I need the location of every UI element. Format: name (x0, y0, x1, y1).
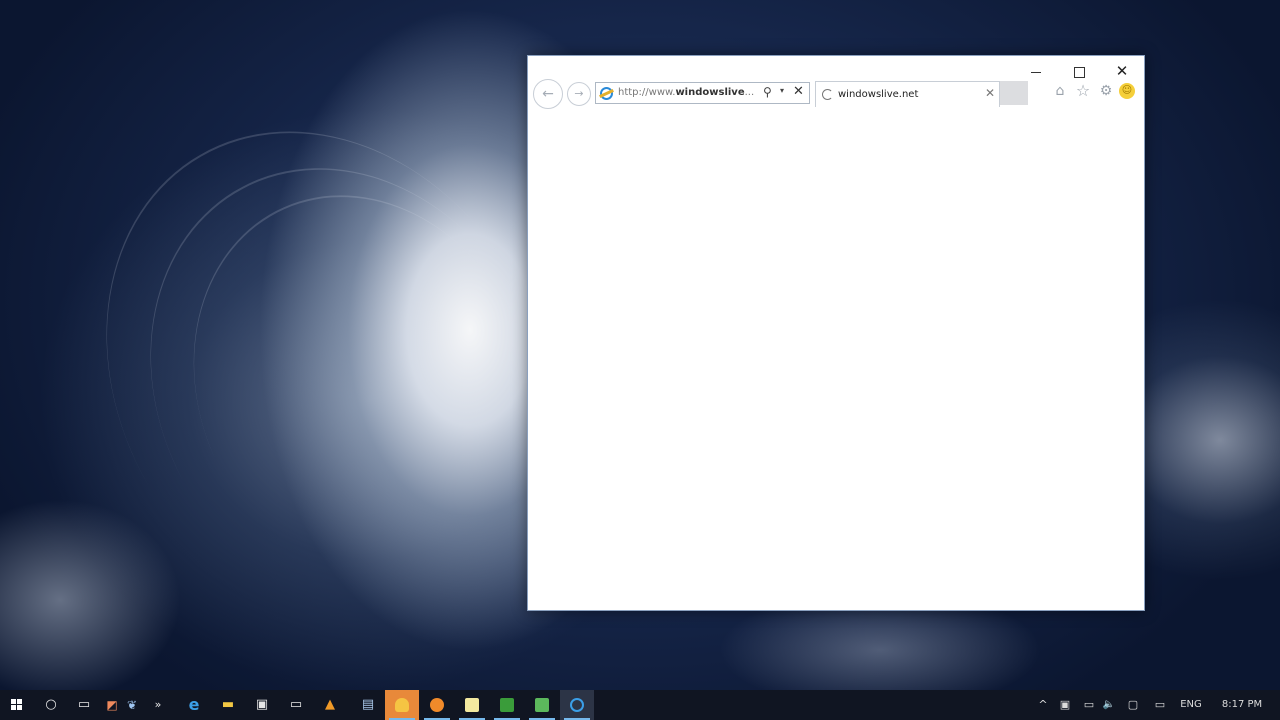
orange-ball-icon (430, 697, 444, 712)
tab-windowslive[interactable]: windowslive.net ✕ (815, 81, 1000, 107)
app-tile-icon (395, 697, 409, 712)
ie-favicon-icon (600, 87, 613, 100)
back-button[interactable]: ← (533, 79, 563, 109)
tray-app-icon[interactable]: ▣ (1056, 690, 1074, 720)
ie-icon (570, 697, 584, 712)
file-explorer-icon[interactable]: ▬ (212, 690, 244, 720)
store-icon[interactable]: ▣ (246, 690, 278, 720)
app-icon-2[interactable]: ❦ (116, 690, 148, 720)
taskbar-app-active-orange[interactable] (385, 690, 419, 720)
address-url[interactable]: http://www.windowslive... (618, 87, 760, 98)
forward-button[interactable]: → (567, 82, 591, 106)
search-icon[interactable]: ⚲ (763, 85, 775, 101)
overflow-chevron-icon[interactable]: » (148, 690, 168, 720)
home-icon[interactable]: ⌂ (1050, 81, 1070, 101)
network-icon[interactable]: ▭ (1078, 690, 1100, 720)
url-prefix: http://www. (618, 87, 676, 98)
stop-icon[interactable]: ✕ (793, 84, 804, 99)
maximize-button[interactable] (1064, 59, 1094, 83)
loading-spinner-icon (822, 89, 833, 100)
taskbar-app-green-1[interactable] (490, 690, 524, 720)
taskbar-app-notes[interactable] (455, 690, 489, 720)
edge-browser-icon[interactable]: e (178, 690, 210, 720)
arrow-left-icon: ← (542, 86, 554, 102)
start-button[interactable] (2, 690, 32, 720)
page-content-area (528, 116, 1144, 610)
favorites-star-icon[interactable]: ☆ (1073, 81, 1093, 101)
taskbar-app-orange-ball[interactable] (420, 690, 454, 720)
taskbar-app-green-2[interactable] (525, 690, 559, 720)
clock[interactable]: 8:17 PM (1212, 690, 1272, 720)
cortana-search-icon[interactable]: ○ (35, 690, 67, 720)
windows-logo-icon (11, 699, 23, 711)
green-app-icon (535, 697, 549, 712)
arrow-right-icon: → (574, 87, 584, 100)
vlc-icon[interactable]: ▲ (314, 690, 346, 720)
notes-icon (465, 697, 479, 712)
taskbar-app-internet-explorer[interactable] (560, 690, 594, 720)
terminal-icon[interactable]: ▭ (280, 690, 312, 720)
address-bar[interactable]: http://www.windowslive... ⚲ ▾ ✕ (595, 82, 810, 104)
action-center-icon[interactable]: ▢ (1124, 690, 1142, 720)
green-app-icon (500, 697, 514, 712)
close-button[interactable]: ✕ (1107, 59, 1137, 83)
gear-icon[interactable]: ⚙ (1096, 81, 1116, 101)
browser-window: ✕ ← → http://www.windowslive... ⚲ ▾ ✕ wi… (527, 55, 1145, 611)
smiley-feedback-icon[interactable]: ☺ (1119, 83, 1135, 99)
tab-close-icon[interactable]: ✕ (985, 86, 995, 100)
chevron-down-icon[interactable]: ▾ (780, 86, 784, 95)
url-ellipsis: ... (744, 87, 755, 98)
minimize-button[interactable] (1021, 59, 1051, 83)
tab-title: windowslive.net (838, 89, 919, 100)
keyboard-icon[interactable]: ▭ (1148, 690, 1172, 720)
new-tab-button[interactable] (1000, 81, 1028, 105)
show-hidden-icons-icon[interactable]: ^ (1034, 690, 1052, 720)
taskbar: ○ ▭ ◩ ❦ » e ▬ ▣ ▭ ▲ ▤ ^ ▣ ▭ 🔈 ▢ ▭ ENG 8:… (0, 690, 1280, 720)
notepad-icon[interactable]: ▤ (352, 690, 384, 720)
url-domain: windowslive (675, 87, 745, 98)
language-indicator[interactable]: ENG (1176, 690, 1206, 720)
volume-icon[interactable]: 🔈 (1100, 690, 1118, 720)
